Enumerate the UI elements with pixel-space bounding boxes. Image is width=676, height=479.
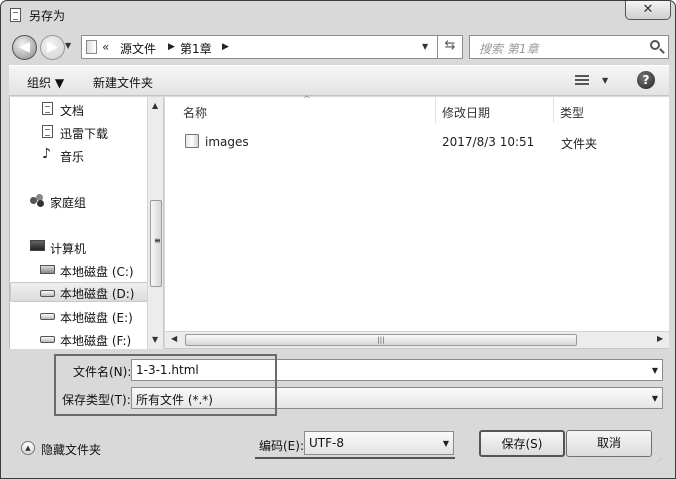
forward-button[interactable]: ▶	[40, 35, 65, 60]
sidebar-item-label: 家庭组	[50, 196, 87, 210]
filename-label: 文件名(N):	[73, 365, 132, 379]
search-icon[interactable]	[650, 40, 660, 50]
filetype-row: 保存类型(T): 所有文件 (*.*) ▼	[1, 387, 675, 409]
encoding-label: 编码(E):	[259, 439, 304, 453]
window-title: 另存为	[29, 9, 66, 23]
encoding-value[interactable]: UTF-8	[309, 436, 344, 450]
title-bar[interactable]: 另存为 ✕	[1, 1, 675, 29]
grip-icon: ≡	[154, 236, 161, 245]
column-header-type[interactable]: 类型	[560, 97, 584, 123]
document-icon	[42, 125, 53, 138]
close-button[interactable]: ✕	[625, 1, 671, 20]
scroll-up-icon[interactable]: ▲	[152, 101, 158, 110]
sidebar-item-computer[interactable]: 计算机	[10, 237, 148, 257]
column-divider[interactable]	[435, 97, 436, 123]
organize-menu[interactable]: 组织 ▼	[27, 74, 64, 91]
file-name: images	[205, 135, 249, 149]
computer-icon	[30, 240, 45, 251]
scrollbar-thumb[interactable]: |||	[185, 334, 577, 346]
view-dropdown[interactable]: ▼	[602, 76, 608, 85]
sort-ascending-icon: ^	[303, 95, 311, 105]
chevron-down-icon[interactable]: ▼	[652, 394, 658, 403]
file-type: 文件夹	[561, 137, 598, 151]
column-header-name[interactable]: 名称	[183, 97, 207, 123]
encoding-select[interactable]: UTF-8 ▼	[304, 431, 454, 455]
system-drive-icon	[40, 265, 55, 274]
file-row[interactable]: images 2017/8/3 10:51 文件夹	[177, 131, 657, 153]
document-icon	[42, 102, 53, 115]
file-list: 名称 ^ 修改日期 类型 images 2017/8/3 10:51 文件夹	[165, 95, 669, 331]
scroll-left-icon[interactable]: ◀	[171, 334, 177, 343]
column-header-modified[interactable]: 修改日期	[442, 97, 490, 123]
breadcrumb-item[interactable]: 第1章	[180, 40, 212, 57]
homegroup-icon	[30, 194, 46, 207]
filetype-select[interactable]: 所有文件 (*.*) ▼	[131, 387, 663, 409]
scroll-down-icon[interactable]: ▼	[152, 335, 158, 344]
folder-icon	[185, 134, 199, 148]
sidebar-item-label: 本地磁盘 (D:)	[60, 287, 135, 301]
sidebar-item-drive-c[interactable]: 本地磁盘 (C:)	[10, 260, 148, 280]
sidebar-item-label: 音乐	[60, 150, 85, 164]
column-divider[interactable]	[553, 97, 554, 123]
filename-input[interactable]: 1-3-1.html ▼	[131, 359, 663, 381]
refresh-button[interactable]: ⇆	[437, 35, 463, 59]
file-list-horizontal-scrollbar[interactable]: ◀ ||| ▶	[165, 331, 669, 349]
address-dropdown[interactable]: ▼	[422, 42, 428, 51]
drive-icon	[40, 336, 55, 343]
drive-icon	[40, 313, 55, 320]
view-options-icon[interactable]	[575, 74, 589, 86]
sidebar-item-music[interactable]: ♪ 音乐	[10, 145, 148, 165]
resize-grip-icon[interactable]: ⋰	[656, 458, 668, 471]
sidebar-item-homegroup[interactable]: 家庭组	[10, 191, 148, 211]
hide-folders-label[interactable]: 隐藏文件夹	[41, 441, 101, 458]
filetype-label: 保存类型(T):	[62, 393, 131, 407]
document-icon	[10, 8, 21, 22]
sidebar-item-documents[interactable]: 文档	[10, 99, 148, 119]
breadcrumb-overflow[interactable]: «	[102, 40, 109, 54]
sidebar-item-drive-e[interactable]: 本地磁盘 (E:)	[10, 306, 148, 326]
help-icon[interactable]: ?	[637, 71, 655, 89]
sidebar-item-drive-d[interactable]: 本地磁盘 (D:)	[10, 282, 148, 302]
cancel-button[interactable]: 取消	[566, 430, 652, 457]
save-as-dialog: 另存为 ✕ ◀ ▶ ▼ « 源文件 ▶ 第1章 ▶ ▼ ⇆ 搜索 第1章 组织 …	[0, 0, 676, 479]
save-button[interactable]: 保存(S)	[479, 430, 565, 457]
sidebar-item-label: 本地磁盘 (C:)	[60, 265, 134, 279]
filetype-value[interactable]: 所有文件 (*.*)	[136, 391, 213, 408]
recent-pages-dropdown[interactable]: ▼	[65, 41, 71, 50]
chevron-down-icon[interactable]: ▼	[443, 439, 449, 448]
sidebar-item-label: 迅雷下载	[60, 127, 109, 141]
sidebar-item-label: 文档	[60, 104, 85, 118]
folder-icon	[86, 40, 97, 54]
scroll-right-icon[interactable]: ▶	[657, 334, 663, 343]
music-icon: ♪	[42, 146, 51, 162]
sidebar-scrollbar[interactable]: ▲ ≡ ▼	[147, 97, 164, 349]
search-box[interactable]: 搜索 第1章	[469, 35, 669, 59]
breadcrumb-item[interactable]: 源文件	[120, 40, 156, 57]
filename-value[interactable]: 1-3-1.html	[136, 363, 199, 377]
sidebar-item-label: 本地磁盘 (F:)	[60, 334, 132, 348]
navigation-pane: 文档 迅雷下载 ♪ 音乐 家庭组 计算机 本地磁盘 (C:) 本地磁盘 (D:)	[9, 97, 148, 349]
back-button[interactable]: ◀	[12, 35, 37, 60]
sidebar-item-label: 本地磁盘 (E:)	[60, 311, 133, 325]
chevron-down-icon[interactable]: ▼	[652, 366, 658, 375]
annotation-underline	[255, 457, 455, 459]
sidebar-item-drive-f[interactable]: 本地磁盘 (F:)	[10, 329, 148, 349]
sidebar-item-label: 计算机	[50, 242, 87, 256]
toolbar: 组织 ▼ 新建文件夹 ▼ ?	[9, 65, 669, 96]
search-input[interactable]: 搜索 第1章	[479, 40, 538, 57]
new-folder-button[interactable]: 新建文件夹	[93, 74, 153, 91]
file-modified: 2017/8/3 10:51	[442, 135, 535, 149]
chevron-right-icon[interactable]: ▶	[168, 42, 175, 52]
sidebar-item-downloads[interactable]: 迅雷下载	[10, 122, 148, 142]
scrollbar-thumb[interactable]: ≡	[150, 200, 162, 287]
filename-row: 文件名(N): 1-3-1.html ▼	[1, 359, 675, 381]
address-bar[interactable]: « 源文件 ▶ 第1章 ▶ ▼	[81, 35, 463, 59]
chevron-right-icon[interactable]: ▶	[222, 42, 229, 52]
drive-icon	[40, 290, 55, 297]
collapse-icon[interactable]: ▲	[21, 441, 35, 455]
